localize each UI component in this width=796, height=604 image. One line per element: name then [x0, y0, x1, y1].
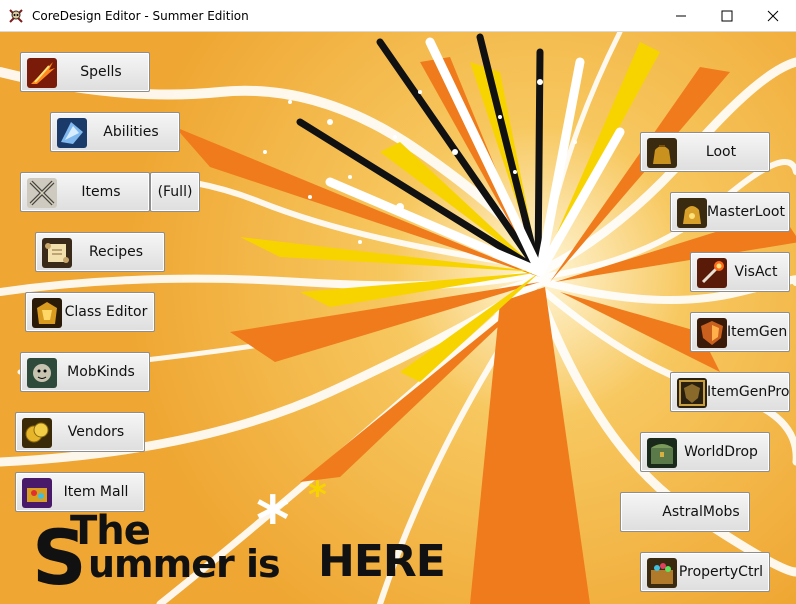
- mobkinds-label: MobKinds: [67, 364, 135, 380]
- treasure-icon: [22, 478, 52, 508]
- propertyctrl-label: PropertyCtrl: [678, 564, 764, 580]
- class-editor-button[interactable]: Class Editor: [25, 292, 155, 332]
- loot-label: Loot: [705, 144, 737, 160]
- banner-summer-is: ummer is: [88, 542, 292, 586]
- minimize-icon: [676, 15, 686, 17]
- visact-button[interactable]: VisAct: [690, 252, 790, 292]
- worlddrop-label: WorldDrop: [684, 444, 758, 460]
- items-label: Items: [81, 184, 121, 200]
- ice-shard-icon: [57, 118, 87, 148]
- gem-chest-icon: [647, 558, 677, 588]
- worlddrop-button[interactable]: WorldDrop: [640, 432, 770, 472]
- spells-label: Spells: [80, 64, 122, 80]
- astralmobs-label: AstralMobs: [662, 504, 740, 520]
- abilities-button[interactable]: Abilities: [50, 112, 180, 152]
- framed-shield-icon: [677, 378, 707, 408]
- vendors-button[interactable]: Vendors: [15, 412, 145, 452]
- banner-big-s: S: [32, 513, 87, 602]
- items-full-button[interactable]: (Full): [150, 172, 200, 212]
- item-mall-button[interactable]: Item Mall: [15, 472, 145, 512]
- spells-button[interactable]: Spells: [20, 52, 150, 92]
- gold-coins-icon: [22, 418, 52, 448]
- abilities-label: Abilities: [103, 124, 159, 140]
- crossed-swords-icon: [27, 178, 57, 208]
- items-button[interactable]: Items: [20, 172, 150, 212]
- loot-bag-icon: [647, 138, 677, 168]
- window-title: CoreDesign Editor - Summer Edition: [32, 9, 249, 23]
- mobkinds-button[interactable]: MobKinds: [20, 352, 150, 392]
- itemgenpro-button[interactable]: ItemGenPro: [670, 372, 790, 412]
- minimize-button[interactable]: [658, 0, 704, 32]
- creature-icon: [27, 358, 57, 388]
- fire-spell-icon: [27, 58, 57, 88]
- items-full-label: (Full): [157, 184, 193, 200]
- item-mall-label: Item Mall: [63, 484, 129, 500]
- recipes-button[interactable]: Recipes: [35, 232, 165, 272]
- master-loot-bag-icon: [677, 198, 707, 228]
- maximize-button[interactable]: [704, 0, 750, 32]
- recipes-label: Recipes: [88, 244, 144, 260]
- shield-icon: [697, 318, 727, 348]
- app-skull-icon: [8, 8, 24, 24]
- class-editor-label: Class Editor: [64, 304, 148, 320]
- close-icon: [767, 10, 779, 22]
- main-canvas: * * Spells Abilities Items (Full) Recipe…: [0, 32, 796, 604]
- astralmobs-button[interactable]: AstralMobs: [620, 492, 750, 532]
- visact-label: VisAct: [734, 264, 778, 280]
- loot-button[interactable]: Loot: [640, 132, 770, 172]
- svg-text:*: *: [308, 475, 327, 516]
- masterloot-button[interactable]: MasterLoot: [670, 192, 790, 232]
- title-bar: CoreDesign Editor - Summer Edition: [0, 0, 796, 32]
- banner-here: HERE: [318, 536, 446, 587]
- chest-icon: [647, 438, 677, 468]
- fire-wand-icon: [697, 258, 727, 288]
- scroll-icon: [42, 238, 72, 268]
- itemgen-label: ItemGen: [727, 324, 788, 340]
- itemgenpro-label: ItemGenPro: [707, 384, 790, 400]
- golden-armor-icon: [32, 298, 62, 328]
- vendors-label: Vendors: [67, 424, 125, 440]
- maximize-icon: [721, 10, 733, 22]
- masterloot-label: MasterLoot: [707, 204, 785, 220]
- propertyctrl-button[interactable]: PropertyCtrl: [640, 552, 770, 592]
- close-button[interactable]: [750, 0, 796, 32]
- itemgen-button[interactable]: ItemGen: [690, 312, 790, 352]
